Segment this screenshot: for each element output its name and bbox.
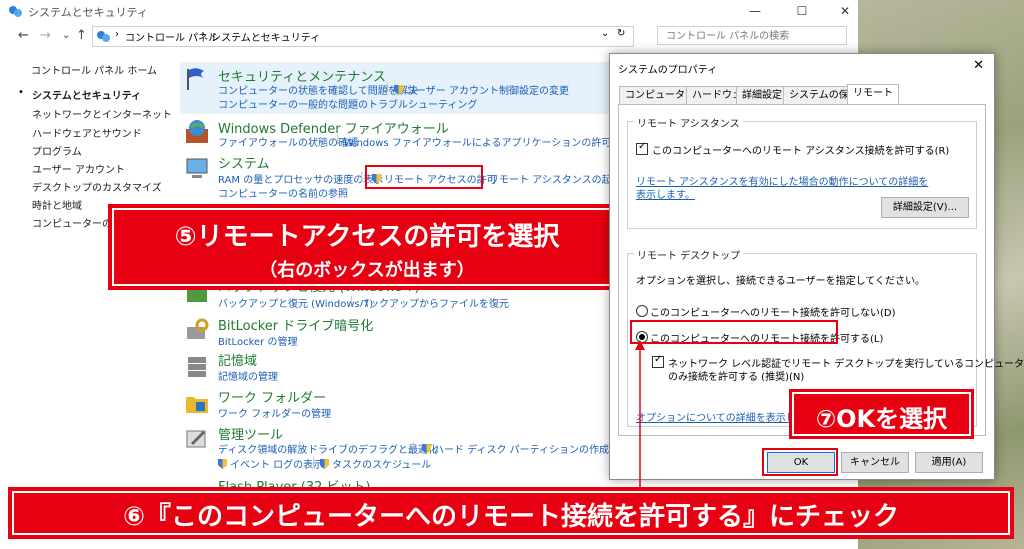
allow-remote-highlight-box <box>630 320 838 344</box>
defrag-link[interactable]: ドライブのデフラグと最適化 <box>308 441 438 456</box>
tab-remote[interactable]: リモート <box>847 84 899 105</box>
recent-pages-chevron-icon[interactable]: ⌄ <box>62 28 70 44</box>
remote-access-highlight-box <box>365 165 483 189</box>
sidebar-item-hardware[interactable]: ハードウェアとサウンド <box>32 125 142 140</box>
uac-shield-icon <box>394 85 403 95</box>
minimize-button[interactable]: — <box>740 2 770 20</box>
control-panel-icon <box>9 6 22 17</box>
link-separator: | <box>386 82 390 93</box>
title-bar: システムとセキュリティ — ☐ ✕ <box>0 0 862 22</box>
cancel-button[interactable]: キャンセル <box>841 452 909 473</box>
computer-icon <box>186 158 208 178</box>
breadcrumb-separator: › <box>115 29 119 40</box>
bitlocker-manage-link[interactable]: BitLocker の管理 <box>218 333 297 348</box>
up-arrow-icon[interactable]: ↑ <box>76 28 87 44</box>
remote-assistance-group-title: リモート アシスタンス <box>634 115 743 130</box>
remote-desktop-description: オプションを選択し、接続できるユーザーを指定してください。 <box>636 276 925 287</box>
dialog-title: システムのプロパティ <box>618 65 718 76</box>
category-workfolders-title[interactable]: ワーク フォルダー <box>218 387 326 406</box>
window-title: システムとセキュリティ <box>28 6 149 19</box>
nla-checkbox[interactable] <box>652 354 664 368</box>
close-button[interactable]: ✕ <box>830 2 860 20</box>
active-bullet-icon: • <box>18 87 24 98</box>
tab-advanced[interactable]: 詳細設定 <box>736 86 788 104</box>
task-scheduler-link[interactable]: タスクのスケジュール <box>320 456 431 471</box>
step5-title: ⑤リモートアクセスの許可を選択 <box>174 222 560 252</box>
link-separator: | <box>336 134 340 145</box>
uac-shield-icon <box>320 459 329 469</box>
address-bar[interactable]: › コントロール パネル › システムとセキュリティ ⌄ ↻ <box>92 26 634 47</box>
category-storage-title[interactable]: 記憶域 <box>218 350 257 369</box>
work-folder-icon <box>186 397 208 413</box>
storage-icon <box>188 357 206 377</box>
event-log-link[interactable]: イベント ログの表示 <box>218 456 323 471</box>
event-log-label: イベント ログの表示 <box>230 460 324 471</box>
step7-title: ⑦OKを選択 <box>815 405 948 433</box>
ok-highlight-box <box>762 448 838 476</box>
category-system-title[interactable]: システム <box>218 153 270 172</box>
breadcrumb-separator: › <box>201 29 205 40</box>
troubleshooting-link[interactable]: コンピューターの一般的な問題のトラブルシューティング <box>218 96 477 111</box>
flag-icon <box>187 68 204 90</box>
remote-assistance-checkbox[interactable] <box>636 141 648 155</box>
sidebar-item-user-accounts[interactable]: ユーザー アカウント <box>32 161 125 176</box>
uac-shield-icon <box>422 444 431 454</box>
bitlocker-icon <box>187 318 209 339</box>
sidebar-home-link[interactable]: コントロール パネル ホーム <box>31 62 157 77</box>
back-arrow-icon[interactable]: ← <box>18 28 29 44</box>
sidebar-item-clock-region[interactable]: 時計と地域 <box>32 197 82 212</box>
sidebar-item-desktop[interactable]: デスクトップのカスタマイズ <box>32 179 162 194</box>
step6-banner: ⑥『このコンピューターへのリモート接続を許可する』にチェック <box>8 487 1014 539</box>
link-separator: | <box>350 295 354 306</box>
link-separator: | <box>298 441 302 452</box>
search-input[interactable]: コントロール パネルの検索 <box>657 26 847 45</box>
maximize-button[interactable]: ☐ <box>787 2 817 20</box>
remote-assistance-link[interactable]: リモート アシスタンスの起動 <box>489 171 622 186</box>
category-bitlocker-title[interactable]: BitLocker ドライブ暗号化 <box>218 315 373 334</box>
admin-tools-icon <box>186 430 206 448</box>
remote-tab-panel: リモート アシスタンス このコンピューターへのリモート アシスタンス接続を許可す… <box>618 104 1024 436</box>
link-separator: | <box>312 456 316 467</box>
remote-assistance-group: リモート アシスタンス このコンピューターへのリモート アシスタンス接続を許可す… <box>627 115 977 229</box>
remote-assistance-label: このコンピューターへのリモート アシスタンス接続を許可する(R) <box>652 146 950 157</box>
link-separator: | <box>412 441 416 452</box>
radio-deny-label: このコンピューターへのリモート接続を許可しない(D) <box>650 308 896 319</box>
remote-desktop-group-title: リモート デスクトップ <box>634 247 744 262</box>
apply-button[interactable]: 適用(A) <box>915 452 983 473</box>
workfolders-manage-link[interactable]: ワーク フォルダーの管理 <box>218 405 331 420</box>
step5-subtitle: （右のボックスが出ます） <box>259 260 475 281</box>
address-dropdown-icon[interactable]: ⌄ <box>601 28 609 39</box>
restore-files-link[interactable]: バックアップからファイルを復元 <box>359 295 509 310</box>
annotation-arrow-icon <box>635 340 645 488</box>
sidebar-item-network[interactable]: ネットワークとインターネット <box>32 106 172 121</box>
task-scheduler-label: タスクのスケジュール <box>332 460 432 471</box>
remote-assistance-info-link-line2[interactable]: 表示します。 <box>636 186 695 201</box>
sidebar-item-system-security[interactable]: システムとセキュリティ <box>32 87 141 102</box>
computer-name-link[interactable]: コンピューターの名前の参照 <box>218 185 348 200</box>
uac-shield-icon <box>218 459 227 469</box>
step7-banner: ⑦OKを選択 <box>789 389 974 439</box>
firewall-icon <box>186 120 208 143</box>
ram-processor-link[interactable]: RAM の量とプロセッサの速度の表示 <box>218 171 383 186</box>
step6-title: ⑥『このコンピューターへのリモート接続を許可する』にチェック <box>122 502 899 532</box>
forward-arrow-icon[interactable]: → <box>40 28 51 44</box>
sidebar-item-programs[interactable]: プログラム <box>32 143 82 158</box>
step5-banner: ⑤リモートアクセスの許可を選択 （右のボックスが出ます） <box>108 204 626 290</box>
control-panel-icon <box>97 31 110 42</box>
advanced-settings-button[interactable]: 詳細設定(V)... <box>881 197 969 218</box>
storage-manage-link[interactable]: 記憶域の管理 <box>218 368 278 383</box>
dialog-close-button[interactable]: ✕ <box>973 58 984 73</box>
radio-deny-remote[interactable] <box>636 305 648 317</box>
refresh-icon[interactable]: ↻ <box>617 28 625 39</box>
firewall-allow-app-link[interactable]: Windows ファイアウォールによるアプリケーションの許可 <box>344 134 611 149</box>
disk-cleanup-link[interactable]: ディスク領域の解放 <box>218 441 307 456</box>
uac-settings-link[interactable]: ユーザー アカウント制御設定の変更 <box>394 82 569 97</box>
breadcrumb-system-security[interactable]: システムとセキュリティ <box>211 29 320 44</box>
nla-label-line2: のみ接続を許可する (推奨)(N) <box>668 372 805 383</box>
link-separator: | <box>360 171 364 182</box>
